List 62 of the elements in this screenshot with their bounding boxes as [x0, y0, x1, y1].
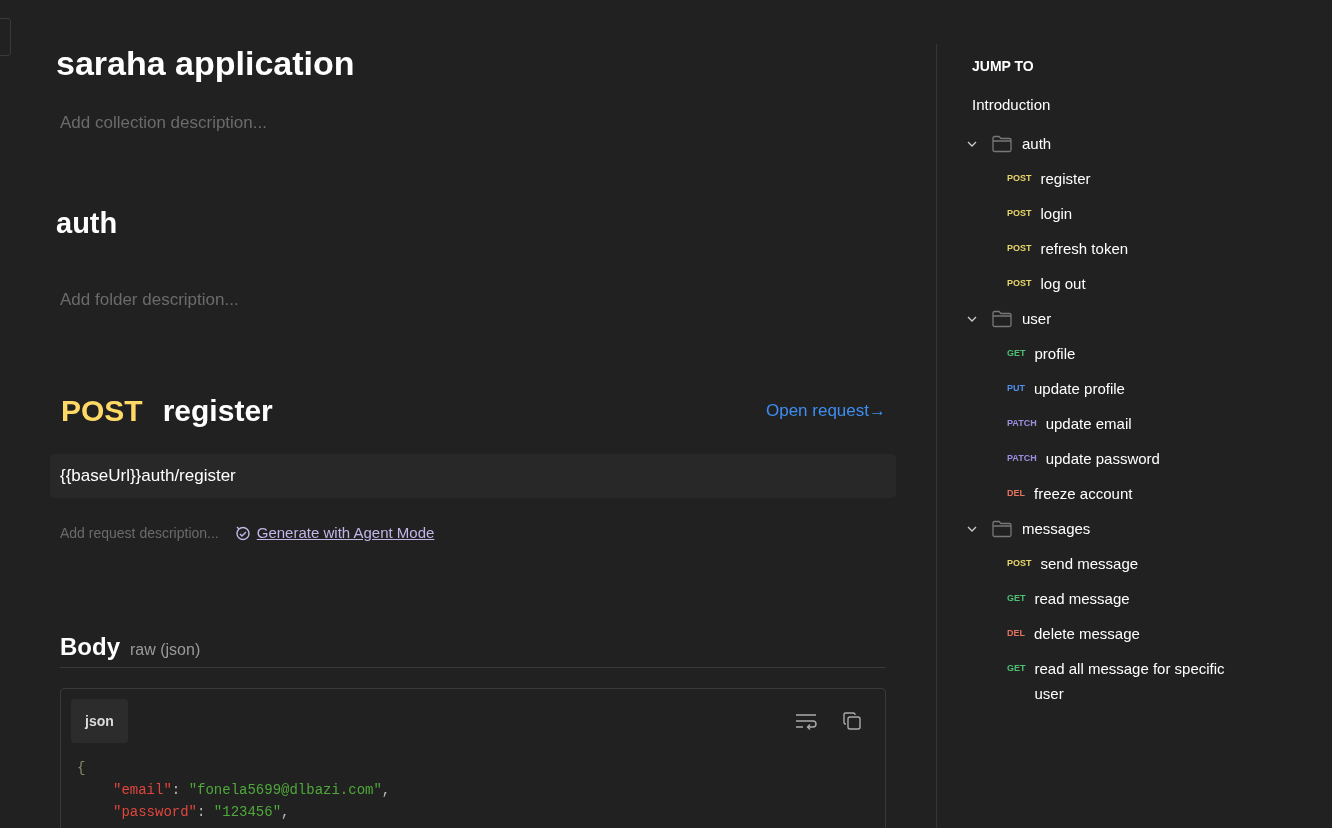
code-text: "password": "123456",: [112, 804, 290, 820]
method-tag: PATCH: [1007, 446, 1037, 471]
request-link[interactable]: DEL freeze account: [1007, 476, 1247, 511]
language-tab[interactable]: json: [71, 699, 128, 743]
request-link[interactable]: POST login: [1007, 196, 1247, 231]
method-tag: POST: [1007, 201, 1032, 226]
folder-link[interactable]: auth: [1022, 135, 1052, 152]
code-text: {: [77, 760, 86, 776]
request-name: send message: [1040, 554, 1140, 574]
folder-icon: [992, 309, 1012, 328]
method-tag: POST: [1007, 551, 1032, 576]
method-tag: GET: [1007, 586, 1026, 611]
method-tag: POST: [1007, 236, 1032, 261]
collection-title: saraha application: [56, 44, 356, 83]
request-name: register: [162, 394, 273, 428]
folder-link[interactable]: messages: [1022, 520, 1091, 537]
method-tag: PATCH: [1007, 411, 1037, 436]
copy-icon: [843, 712, 861, 730]
agent-mode-link[interactable]: Generate with Agent Mode: [234, 524, 435, 541]
body-title: Body: [60, 633, 120, 661]
method-tag: DEL: [1007, 621, 1025, 646]
introduction-link[interactable]: Introduction: [972, 96, 1051, 113]
wrap-lines-icon: [795, 712, 817, 730]
request-name: freeze account: [1034, 484, 1134, 504]
method-tag: GET: [1007, 341, 1026, 366]
request-link[interactable]: PATCH update password: [1007, 441, 1247, 476]
request-name: register: [1040, 169, 1092, 189]
request-name: profile: [1034, 344, 1077, 364]
request-link[interactable]: PATCH update email: [1007, 406, 1247, 441]
request-name: update email: [1045, 414, 1133, 434]
request-name: refresh token: [1040, 239, 1130, 259]
request-link[interactable]: GET read message: [1007, 581, 1247, 616]
open-request-link[interactable]: Open request→: [766, 401, 886, 421]
request-name: read message: [1034, 589, 1131, 609]
request-link[interactable]: POST refresh token: [1007, 231, 1247, 266]
request-name: update profile: [1034, 379, 1126, 399]
request-link[interactable]: DEL delete message: [1007, 616, 1247, 651]
method-tag: PUT: [1007, 376, 1025, 401]
jump-to-heading: JUMP TO: [972, 58, 1035, 74]
request-method: POST: [61, 394, 143, 428]
request-name: read all message for specific user: [1034, 659, 1226, 704]
request-link[interactable]: GET read all message for specific user: [1007, 651, 1247, 706]
request-link[interactable]: POST log out: [1007, 266, 1247, 301]
method-tag: GET: [1007, 656, 1026, 681]
folder-icon: [992, 134, 1012, 153]
request-name: login: [1040, 204, 1074, 224]
request-link[interactable]: POST send message: [1007, 546, 1247, 581]
method-tag: DEL: [1007, 481, 1025, 506]
folder-icon: [992, 519, 1012, 538]
request-name: delete message: [1034, 624, 1141, 644]
folder-link[interactable]: user: [1022, 310, 1052, 327]
method-tag: POST: [1007, 166, 1032, 191]
request-link[interactable]: GET profile: [1007, 336, 1247, 371]
method-tag: POST: [1007, 271, 1032, 296]
code-text: "email": "fonela5699@dlbazi.com",: [112, 782, 391, 798]
request-link[interactable]: PUT update profile: [1007, 371, 1247, 406]
body-mode: raw (json): [130, 641, 201, 659]
request-name: update password: [1045, 449, 1161, 469]
request-link[interactable]: POST register: [1007, 161, 1247, 196]
request-name: log out: [1040, 274, 1087, 294]
request-url: {{baseUrl}}auth/register: [50, 454, 896, 498]
folder-title: auth: [56, 207, 118, 240]
